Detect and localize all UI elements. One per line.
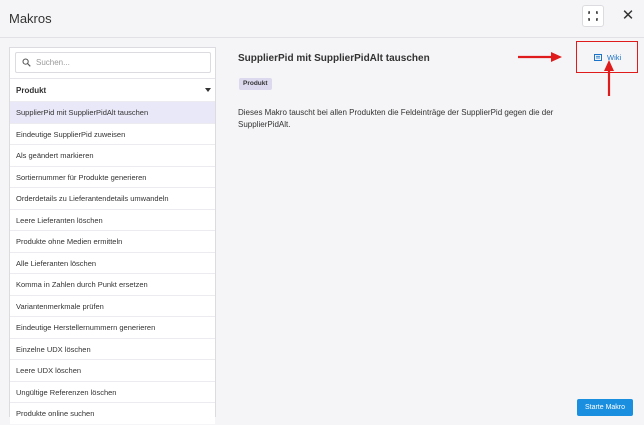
list-item-label: Leere Lieferanten löschen (16, 215, 103, 225)
search-input[interactable] (36, 53, 206, 72)
group-produkt[interactable]: Produkt (10, 78, 215, 101)
fullscreen-icon (588, 11, 598, 21)
list-item-label: Alle Lieferanten löschen (16, 258, 97, 268)
group-label: Produkt (16, 86, 47, 95)
start-macro-button[interactable]: Starte Makro (577, 399, 633, 416)
macro-title: SupplierPid mit SupplierPidAlt tauschen (238, 53, 430, 64)
list-item-label: Variantenmerkmale prüfen (16, 301, 104, 311)
close-button[interactable]: ✕ (618, 6, 638, 26)
category-tag: Produkt (239, 78, 272, 90)
list-item-label: Eindeutige SupplierPid zuweisen (16, 129, 126, 139)
list-item[interactable]: Produkte ohne Medien ermitteln (10, 230, 215, 252)
list-item[interactable]: Alle Lieferanten löschen (10, 251, 215, 273)
list-item[interactable]: Leere Lieferanten löschen (10, 208, 215, 230)
list-item-label: Orderdetails zu Lieferantendetails umwan… (16, 194, 169, 203)
list-item[interactable]: SupplierPid mit SupplierPidAlt tauschen (10, 101, 215, 123)
fullscreen-button[interactable] (582, 5, 604, 27)
list-item-label: Komma in Zahlen durch Punkt ersetzen (16, 280, 148, 289)
list-item-label: Leere UDX löschen (16, 366, 82, 375)
list-item[interactable]: Als geändert markieren (10, 144, 215, 166)
list-item-label: Ungültige Referenzen löschen (16, 387, 117, 397)
list-item[interactable]: Leere UDX löschen (10, 359, 215, 381)
macro-sidebar: Produkt SupplierPid mit SupplierPidAlt t… (9, 47, 216, 424)
list-item-label: Als geändert markieren (16, 151, 94, 160)
list-item-label: Produkte ohne Medien ermitteln (16, 237, 123, 246)
list-item-label: SupplierPid mit SupplierPidAlt tauschen (16, 108, 149, 117)
list-item[interactable]: Orderdetails zu Lieferantendetails umwan… (10, 187, 215, 209)
list-item[interactable]: Ungültige Referenzen löschen (10, 380, 215, 402)
list-item[interactable]: Einzelne UDX löschen (10, 337, 215, 359)
wiki-label: Wiki (607, 53, 622, 62)
book-icon (594, 54, 602, 61)
list-item[interactable]: Produkte online suchen (10, 402, 215, 424)
close-icon: ✕ (621, 7, 635, 24)
list-item-label: Produkte online suchen (16, 409, 95, 418)
list-item[interactable]: Sortiernummer für Produkte generieren (10, 165, 215, 187)
chevron-down-icon (205, 88, 211, 92)
list-item-label: Einzelne UDX löschen (16, 344, 91, 354)
macro-description: Dieses Makro tauscht bei allen Produkten… (238, 108, 554, 129)
list-item-label: Eindeutige Herstellernummern generieren (16, 323, 156, 332)
list-item[interactable]: Eindeutige Herstellernummern generieren (10, 316, 215, 338)
list-item-label: Sortiernummer für Produkte generieren (16, 172, 147, 182)
list-item[interactable]: Komma in Zahlen durch Punkt ersetzen (10, 273, 215, 295)
annotation-arrow-right (518, 52, 562, 62)
modal-title: Makros (9, 11, 52, 26)
macro-list: SupplierPid mit SupplierPidAlt tauschen … (10, 101, 215, 424)
modal-header: Makros ✕ (0, 0, 644, 38)
search-box (15, 52, 211, 73)
list-item[interactable]: Variantenmerkmale prüfen (10, 294, 215, 316)
list-item[interactable]: Eindeutige SupplierPid zuweisen (10, 122, 215, 144)
search-icon (22, 58, 31, 67)
